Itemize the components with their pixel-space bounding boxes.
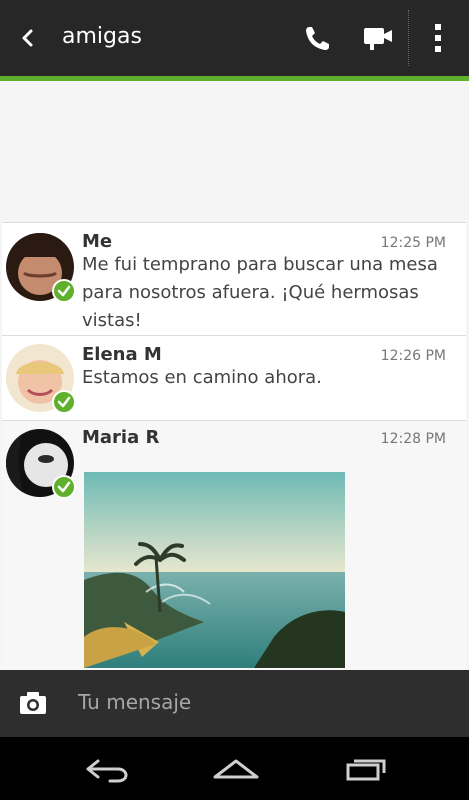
message-time: 12:28 PM [380, 431, 446, 447]
beach-photo [84, 472, 345, 668]
message-time: 12:26 PM [380, 348, 446, 364]
verified-badge [52, 279, 76, 303]
empty-space [0, 81, 469, 222]
message-row[interactable]: Me 12:25 PM Me fui temprano para buscar … [2, 222, 466, 335]
chevron-left-icon [22, 29, 33, 47]
message-text: Estamos en camino ahora. [82, 367, 322, 388]
avatar [6, 233, 76, 303]
avatar [6, 344, 76, 414]
nav-recents-button[interactable] [340, 755, 392, 783]
camera-icon [20, 692, 46, 714]
sender-name: Elena M [82, 344, 162, 365]
nav-home-button[interactable] [209, 755, 263, 783]
message-time: 12:25 PM [380, 235, 446, 251]
conversation-title: amigas [62, 24, 142, 49]
overflow-menu-button[interactable] [421, 20, 457, 56]
message-text: Me fui temprano para buscar una mesa par… [82, 254, 438, 331]
checkmark-icon [57, 396, 71, 408]
checkmark-icon [57, 481, 71, 493]
verified-badge [52, 475, 76, 499]
verified-badge [52, 390, 76, 414]
message-input[interactable]: Tu mensaje [78, 690, 191, 714]
android-recents-icon [346, 759, 386, 781]
top-app-bar: amigas [0, 0, 469, 76]
back-button[interactable] [16, 24, 40, 52]
sender-name: Maria R [82, 427, 160, 448]
video-call-button[interactable] [360, 20, 396, 56]
message-row[interactable]: Elena M 12:26 PM Estamos en camino ahora… [2, 335, 466, 420]
android-back-icon [86, 759, 128, 783]
message-composer[interactable]: Tu mensaje [0, 670, 469, 737]
checkmark-icon [57, 285, 71, 297]
camera-button[interactable] [18, 690, 48, 716]
android-home-icon [213, 759, 259, 779]
phone-icon [306, 27, 329, 50]
nav-back-button[interactable] [80, 755, 130, 783]
sender-name: Me [82, 231, 113, 252]
call-button[interactable] [300, 20, 336, 56]
toolbar-divider [408, 10, 410, 66]
kebab-menu-icon [435, 24, 441, 52]
system-navigation-bar [0, 737, 469, 800]
video-camera-icon [364, 28, 392, 50]
image-attachment[interactable] [84, 472, 345, 668]
avatar [6, 429, 76, 499]
